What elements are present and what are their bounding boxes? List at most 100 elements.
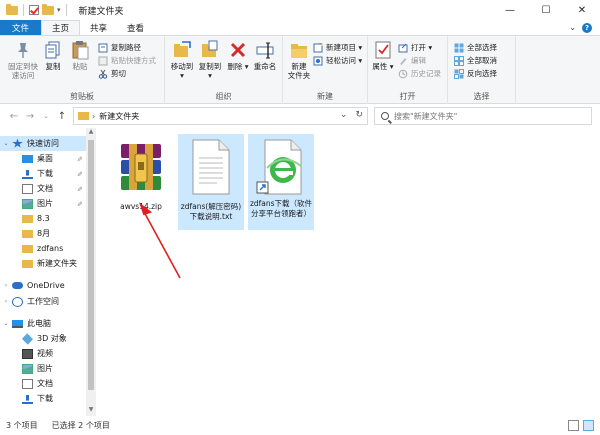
move-to-button[interactable]: 移动到 ▾ bbox=[169, 40, 195, 80]
tab-home[interactable]: 主页 bbox=[41, 20, 81, 35]
select-all-icon bbox=[454, 43, 464, 53]
move-to-icon bbox=[172, 40, 192, 60]
expand-chevron-icon[interactable]: › bbox=[0, 282, 12, 289]
folder-icon bbox=[22, 260, 33, 268]
sidebar-item-10[interactable]: › 工作空间 bbox=[0, 294, 86, 309]
item-count: 3 个项目 bbox=[6, 421, 38, 430]
sidebar-item-14[interactable]: 图片 bbox=[0, 361, 86, 376]
large-icons-view-icon[interactable] bbox=[583, 420, 594, 431]
folder-icon bbox=[22, 215, 33, 223]
sidebar-item-0[interactable]: ⌄ 快速访问 bbox=[0, 136, 86, 151]
file-item[interactable]: zdfans(解压密码)下载说明.txt bbox=[178, 134, 244, 230]
picture-icon bbox=[22, 363, 33, 374]
tab-file[interactable]: 文件 bbox=[0, 20, 42, 35]
open-text: 打开 bbox=[411, 43, 426, 52]
pin-icon[interactable]: ✎ bbox=[75, 186, 83, 192]
sidebar-item-13[interactable]: 视频 bbox=[0, 346, 86, 361]
edit-button[interactable]: 编辑 bbox=[398, 55, 426, 66]
expand-chevron-icon[interactable]: ⌄ bbox=[0, 320, 12, 327]
copy-to-button[interactable]: 复制到 ▾ bbox=[197, 40, 223, 80]
video-icon bbox=[22, 348, 33, 359]
new-folder-icon[interactable] bbox=[42, 3, 54, 15]
cut-button[interactable]: 剪切 bbox=[98, 68, 126, 79]
sidebar-item-11[interactable]: ⌄ 此电脑 bbox=[0, 316, 86, 331]
sidebar-item-2[interactable]: 下载 ✎ bbox=[0, 166, 86, 181]
pin-icon[interactable]: ✎ bbox=[75, 156, 83, 162]
expand-chevron-icon[interactable]: › bbox=[0, 298, 12, 305]
sidebar-item-label: 3D 对象 bbox=[37, 334, 67, 343]
scroll-up-icon[interactable]: ▲ bbox=[86, 128, 96, 138]
nav-scrollbar[interactable]: ▲ ▼ bbox=[86, 128, 96, 416]
new-item-button[interactable]: 新建项目 ▾ bbox=[313, 42, 362, 53]
easy-access-button[interactable]: 轻松访问 ▾ bbox=[313, 55, 362, 66]
quick-access-toolbar: ▾ bbox=[0, 0, 69, 20]
select-all-button[interactable]: 全部选择 bbox=[454, 42, 497, 53]
select-all-label: 全部选择 bbox=[467, 43, 497, 52]
breadcrumb-chevron-icon[interactable]: › bbox=[92, 112, 95, 121]
delete-button[interactable]: 删除 ▾ bbox=[227, 40, 249, 71]
address-dropdown-icon[interactable]: ⌄ bbox=[340, 110, 348, 120]
close-button[interactable]: ✕ bbox=[564, 0, 600, 20]
select-none-label: 全部取消 bbox=[467, 56, 497, 65]
sidebar-item-label: OneDrive bbox=[27, 281, 65, 290]
scroll-thumb[interactable] bbox=[88, 140, 94, 390]
computer-icon bbox=[12, 319, 23, 328]
customize-qat-icon[interactable]: ▾ bbox=[57, 6, 61, 14]
folder-icon bbox=[78, 112, 89, 120]
select-none-button[interactable]: 全部取消 bbox=[454, 55, 497, 66]
winrar-archive-icon bbox=[115, 140, 167, 199]
open-button[interactable]: 打开 ▾ bbox=[398, 42, 432, 53]
sidebar-item-12[interactable]: 3D 对象 bbox=[0, 331, 86, 346]
recent-locations-icon[interactable]: ⌄ bbox=[38, 112, 54, 120]
sidebar-item-label: 视频 bbox=[37, 349, 53, 358]
breadcrumb-current[interactable]: 新建文件夹 bbox=[99, 111, 139, 122]
search-input[interactable]: 搜索"新建文件夹" bbox=[374, 107, 592, 125]
sidebar-item-4[interactable]: 图片 ✎ bbox=[0, 196, 86, 211]
sidebar-item-5[interactable]: 8.3 bbox=[0, 211, 86, 226]
properties-icon[interactable] bbox=[29, 5, 39, 15]
minimize-button[interactable]: — bbox=[492, 0, 528, 20]
new-item-label: 新建项目 ▾ bbox=[326, 43, 363, 52]
star-icon bbox=[12, 138, 23, 148]
copy-button[interactable]: 复制 bbox=[42, 40, 64, 71]
sidebar-item-9[interactable]: › OneDrive bbox=[0, 278, 86, 293]
sidebar-item-16[interactable]: 下载 bbox=[0, 391, 86, 406]
history-button[interactable]: 历史记录 bbox=[398, 68, 441, 79]
pin-icon[interactable]: ✎ bbox=[75, 201, 83, 207]
file-item[interactable]: zdfans下载（软件分享平台领跑者） bbox=[248, 134, 314, 230]
refresh-icon[interactable]: ↻ bbox=[355, 110, 363, 120]
back-arrow-icon[interactable]: ← bbox=[6, 111, 22, 122]
file-item[interactable]: awvs14.zip bbox=[108, 134, 174, 230]
sidebar-item-15[interactable]: 文档 bbox=[0, 376, 86, 391]
forward-arrow-icon[interactable]: → bbox=[22, 111, 38, 122]
help-icon[interactable]: ? bbox=[582, 22, 592, 33]
sidebar-item-label: 图片 bbox=[37, 199, 53, 208]
invert-selection-button[interactable]: 反向选择 bbox=[454, 68, 497, 79]
open-icon bbox=[398, 43, 408, 53]
copy-path-button[interactable]: 复制路径 bbox=[98, 42, 141, 53]
expand-ribbon-icon[interactable]: ⌄ bbox=[569, 23, 576, 32]
details-view-icon[interactable] bbox=[568, 420, 579, 431]
scroll-down-icon[interactable]: ▼ bbox=[86, 406, 96, 416]
sidebar-item-7[interactable]: zdfans bbox=[0, 241, 86, 256]
maximize-button[interactable]: ☐ bbox=[528, 0, 564, 20]
paste-shortcut-button[interactable]: 粘贴快捷方式 bbox=[98, 55, 156, 66]
properties-button[interactable]: 属性 ▾ bbox=[371, 40, 395, 71]
sidebar-item-6[interactable]: 8月 bbox=[0, 226, 86, 241]
easy-access-text: 轻松访问 bbox=[326, 56, 356, 65]
edit-icon bbox=[398, 56, 408, 66]
pin-icon[interactable]: ✎ bbox=[75, 171, 83, 177]
sidebar-item-8[interactable]: 新建文件夹 bbox=[0, 256, 86, 271]
tab-share[interactable]: 共享 bbox=[80, 20, 117, 35]
sidebar-item-3[interactable]: 文档 ✎ bbox=[0, 181, 86, 196]
expand-chevron-icon[interactable]: ⌄ bbox=[0, 140, 12, 147]
rename-button[interactable]: 重命名 bbox=[251, 40, 279, 71]
address-field[interactable]: › 新建文件夹 ⌄ ↻ bbox=[73, 107, 368, 125]
tab-view[interactable]: 查看 bbox=[117, 20, 154, 35]
up-arrow-icon[interactable]: ↑ bbox=[54, 111, 70, 122]
pin-to-quick-access-button[interactable]: 固定到快 速访问 bbox=[6, 40, 40, 80]
document-icon bbox=[22, 183, 33, 194]
new-folder-button[interactable]: 新建 文件夹 bbox=[286, 40, 312, 80]
sidebar-item-1[interactable]: 桌面 ✎ bbox=[0, 151, 86, 166]
paste-button[interactable]: 粘贴 bbox=[68, 40, 92, 71]
